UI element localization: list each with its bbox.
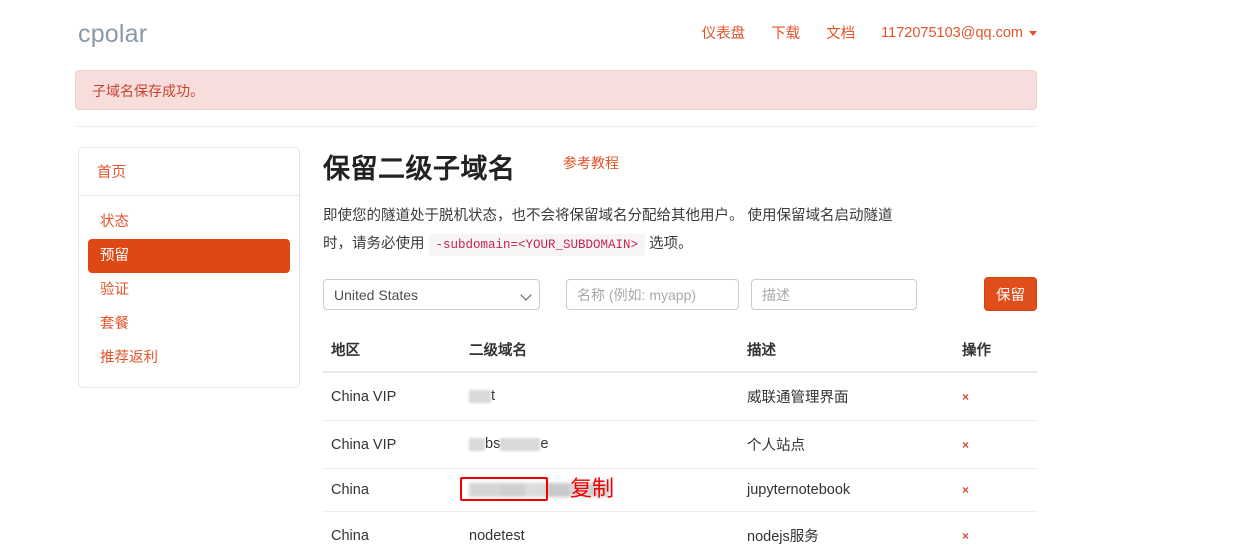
page-description: 即使您的隧道处于脱机状态，也不会将保留域名分配给其他用户。 使用保留域名启动隧道… — [323, 202, 893, 259]
region-select[interactable]: United States China China VIP — [323, 279, 540, 310]
column-header-description: 描述 — [739, 333, 954, 373]
user-menu[interactable]: 1172075103@qq.com — [881, 25, 1037, 41]
nav-download[interactable]: 下载 — [771, 22, 800, 43]
main-content: 保留二级子域名 参考教程 即使您的隧道处于脱机状态，也不会将保留域名分配给其他用… — [323, 147, 1037, 551]
region-select-wrapper: United States China China VIP — [323, 279, 540, 310]
cell-domain-visible-text: bs — [485, 436, 501, 453]
brand-logo[interactable]: cpolar — [78, 20, 147, 49]
table-row: China jupyternotebook × — [323, 468, 1037, 512]
table-body: China VIP t 威联通管理界面 × China VIP bs e 个人站点 — [323, 372, 1037, 551]
page-title: 保留二级子域名 — [323, 154, 516, 184]
header-divider — [75, 126, 1037, 127]
sidebar-item-label: 预留 — [100, 248, 129, 264]
sidebar-item-status[interactable]: 状态 — [88, 205, 290, 239]
chevron-down-icon — [1029, 31, 1037, 36]
cell-region: China VIP — [323, 372, 461, 421]
cell-description: jupyternotebook — [739, 468, 954, 512]
sidebar-item-reserved[interactable]: 预留 — [88, 239, 290, 273]
cell-description: 威联通管理界面 — [739, 372, 954, 421]
reservations-table: 地区 二级域名 描述 操作 China VIP t 威联通管理界面 × Chin… — [323, 333, 1037, 551]
sidebar-item-label: 验证 — [100, 282, 129, 298]
site-header: cpolar 仪表盘 下载 文档 1172075103@qq.com — [75, 0, 1037, 62]
nav-docs[interactable]: 文档 — [826, 22, 855, 43]
description-text-part2: 选项。 — [649, 236, 693, 252]
redacted-domain-block — [469, 438, 485, 452]
subdomain-description-input[interactable] — [751, 279, 917, 310]
annotation-copy-label: 复制 — [570, 476, 615, 501]
sidebar-item-plan[interactable]: 套餐 — [88, 307, 290, 341]
column-header-region: 地区 — [323, 333, 461, 373]
sidebar-header[interactable]: 首页 — [79, 148, 299, 196]
cell-action: × — [954, 420, 1037, 469]
redacted-domain-block — [500, 438, 541, 452]
title-row: 保留二级子域名 参考教程 — [323, 147, 1037, 189]
cell-domain-visible-text: t — [491, 388, 496, 405]
sidebar-item-label: 推荐返利 — [100, 350, 158, 366]
reserve-form: United States China China VIP 保留 — [323, 277, 1037, 313]
cell-region: China VIP — [323, 420, 461, 469]
delete-icon[interactable]: × — [962, 483, 969, 497]
subdomain-code-snippet: -subdomain=<YOUR_SUBDOMAIN> — [428, 234, 646, 256]
sidebar-item-referral[interactable]: 推荐返利 — [88, 341, 290, 375]
cell-domain: bs e — [461, 420, 739, 469]
sidebar-item-verify[interactable]: 验证 — [88, 273, 290, 307]
column-header-domain: 二级域名 — [461, 333, 739, 373]
tutorial-link[interactable]: 参考教程 — [563, 153, 619, 173]
cell-description: 个人站点 — [739, 420, 954, 469]
table-header-row: 地区 二级域名 描述 操作 — [323, 333, 1037, 373]
cell-region: China — [323, 511, 461, 551]
table-row: China nodetest nodejs服务 × — [323, 511, 1037, 551]
cell-description: nodejs服务 — [739, 511, 954, 551]
page-root: cpolar 仪表盘 下载 文档 1172075103@qq.com 子域名保存… — [0, 0, 1233, 551]
user-email-label: 1172075103@qq.com — [881, 24, 1023, 41]
redacted-domain-block — [469, 390, 491, 404]
sidebar-header-label: 首页 — [97, 165, 126, 181]
nav-dashboard[interactable]: 仪表盘 — [702, 22, 746, 43]
table-header: 地区 二级域名 描述 操作 — [323, 333, 1037, 373]
sidebar-item-label: 状态 — [100, 214, 129, 230]
cell-domain: t — [461, 372, 739, 421]
cell-action: × — [954, 372, 1037, 421]
reserve-button[interactable]: 保留 — [984, 277, 1037, 311]
column-header-action: 操作 — [954, 333, 1037, 373]
delete-icon[interactable]: × — [962, 438, 969, 452]
cell-action: × — [954, 468, 1037, 512]
cell-domain-visible-text: e — [540, 436, 549, 453]
top-navigation: 仪表盘 下载 文档 1172075103@qq.com — [702, 22, 1037, 43]
delete-icon[interactable]: × — [962, 529, 969, 543]
table-row: China VIP t 威联通管理界面 × — [323, 372, 1037, 421]
sidebar-menu: 状态 预留 验证 套餐 推荐返利 — [79, 196, 299, 387]
cell-domain: nodetest — [461, 511, 739, 551]
sidebar-item-label: 套餐 — [100, 316, 129, 332]
alert-message: 子域名保存成功。 — [92, 83, 204, 99]
success-alert: 子域名保存成功。 — [75, 70, 1037, 110]
sidebar: 首页 状态 预留 验证 套餐 推荐返利 — [78, 147, 300, 388]
cell-region: China — [323, 468, 461, 512]
subdomain-name-input[interactable] — [566, 279, 739, 310]
table-row: China VIP bs e 个人站点 × — [323, 420, 1037, 469]
cell-action: × — [954, 511, 1037, 551]
delete-icon[interactable]: × — [962, 390, 969, 404]
